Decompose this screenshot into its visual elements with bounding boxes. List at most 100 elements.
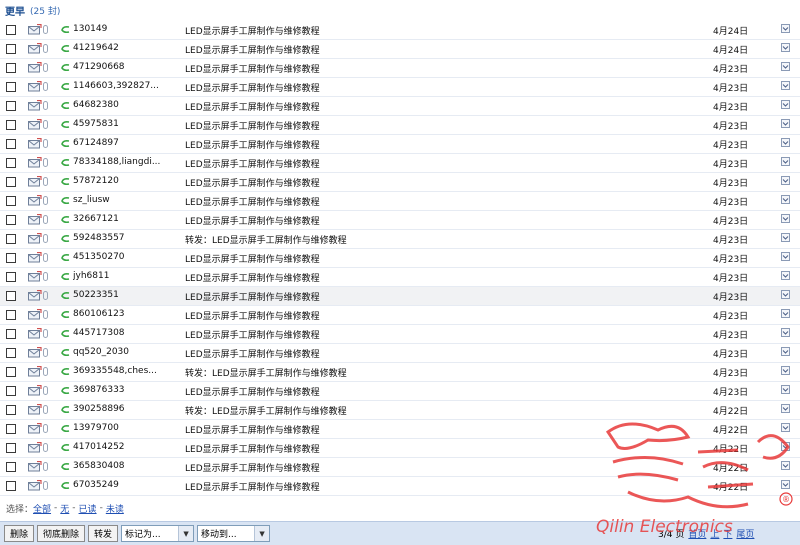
table-row[interactable]: 860106123 LED显示屏手工屏制作与维修教程 4月23日 <box>0 306 800 325</box>
delete-button[interactable]: 删除 <box>4 525 35 542</box>
row-checkbox[interactable] <box>6 462 16 472</box>
subject[interactable]: 转发：LED显示屏手工屏制作与维修教程 <box>185 366 605 379</box>
delete-permanent-button[interactable]: 彻底删除 <box>37 525 86 542</box>
sender[interactable]: 45975831 <box>73 119 173 129</box>
table-row[interactable]: 130149 LED显示屏手工屏制作与维修教程 4月24日 <box>0 21 800 40</box>
last-page-link[interactable]: 尾页 <box>736 527 754 540</box>
subject[interactable]: LED显示屏手工屏制作与维修教程 <box>185 480 605 493</box>
row-checkbox[interactable] <box>6 101 16 111</box>
row-menu-icon[interactable] <box>781 62 790 71</box>
subject[interactable]: 转发：LED显示屏手工屏制作与维修教程 <box>185 233 605 246</box>
select-unread-link[interactable]: 未读 <box>106 502 124 515</box>
row-menu-icon[interactable] <box>781 100 790 109</box>
table-row[interactable]: 32667121 LED显示屏手工屏制作与维修教程 4月23日 <box>0 211 800 230</box>
subject[interactable]: LED显示屏手工屏制作与维修教程 <box>185 157 605 170</box>
sender[interactable]: 67124897 <box>73 138 173 148</box>
subject[interactable]: LED显示屏手工屏制作与维修教程 <box>185 461 605 474</box>
sender[interactable]: 365830408 <box>73 461 173 471</box>
row-menu-icon[interactable] <box>781 119 790 128</box>
table-row[interactable]: 417014252 LED显示屏手工屏制作与维修教程 4月22日 <box>0 439 800 458</box>
table-row[interactable]: 390258896 转发：LED显示屏手工屏制作与维修教程 4月22日 <box>0 401 800 420</box>
table-row[interactable]: 67035249 LED显示屏手工屏制作与维修教程 4月22日 <box>0 477 800 496</box>
row-checkbox[interactable] <box>6 215 16 225</box>
sender[interactable]: 1146603,392827... <box>73 81 173 91</box>
row-menu-icon[interactable] <box>781 24 790 33</box>
row-menu-icon[interactable] <box>781 309 790 318</box>
subject[interactable]: LED显示屏手工屏制作与维修教程 <box>185 176 605 189</box>
sender[interactable]: 78334188,liangdi... <box>73 157 173 167</box>
subject[interactable]: LED显示屏手工屏制作与维修教程 <box>185 62 605 75</box>
sender[interactable]: 445717308 <box>73 328 173 338</box>
sender[interactable]: 369876333 <box>73 385 173 395</box>
row-checkbox[interactable] <box>6 348 16 358</box>
row-checkbox[interactable] <box>6 25 16 35</box>
subject[interactable]: LED显示屏手工屏制作与维修教程 <box>185 290 605 303</box>
row-menu-icon[interactable] <box>781 442 790 451</box>
row-menu-icon[interactable] <box>781 252 790 261</box>
sender[interactable]: 592483557 <box>73 233 173 243</box>
sender[interactable]: 471290668 <box>73 62 173 72</box>
table-row[interactable]: 445717308 LED显示屏手工屏制作与维修教程 4月23日 <box>0 325 800 344</box>
subject[interactable]: LED显示屏手工屏制作与维修教程 <box>185 214 605 227</box>
sender[interactable]: 390258896 <box>73 404 173 414</box>
table-row[interactable]: 67124897 LED显示屏手工屏制作与维修教程 4月23日 <box>0 135 800 154</box>
row-menu-icon[interactable] <box>781 81 790 90</box>
row-checkbox[interactable] <box>6 196 16 206</box>
mark-as-select[interactable]: 标记为... ▼ <box>121 525 195 542</box>
row-checkbox[interactable] <box>6 63 16 73</box>
table-row[interactable]: sz_liusw LED显示屏手工屏制作与维修教程 4月23日 <box>0 192 800 211</box>
subject[interactable]: LED显示屏手工屏制作与维修教程 <box>185 81 605 94</box>
table-row[interactable]: 41219642 LED显示屏手工屏制作与维修教程 4月24日 <box>0 40 800 59</box>
sender[interactable]: jyh6811 <box>73 271 173 281</box>
subject[interactable]: LED显示屏手工屏制作与维修教程 <box>185 24 605 37</box>
prev-page-link[interactable]: 上 <box>710 527 719 540</box>
row-menu-icon[interactable] <box>781 43 790 52</box>
row-menu-icon[interactable] <box>781 423 790 432</box>
sender[interactable]: 860106123 <box>73 309 173 319</box>
row-menu-icon[interactable] <box>781 328 790 337</box>
row-checkbox[interactable] <box>6 82 16 92</box>
row-checkbox[interactable] <box>6 329 16 339</box>
table-row[interactable]: 57872120 LED显示屏手工屏制作与维修教程 4月23日 <box>0 173 800 192</box>
table-row[interactable]: 369335548,ches... 转发：LED显示屏手工屏制作与维修教程 4月23… <box>0 363 800 382</box>
row-menu-icon[interactable] <box>781 138 790 147</box>
subject[interactable]: LED显示屏手工屏制作与维修教程 <box>185 423 605 436</box>
subject[interactable]: LED显示屏手工屏制作与维修教程 <box>185 252 605 265</box>
row-menu-icon[interactable] <box>781 385 790 394</box>
sender[interactable]: qq520_2030 <box>73 347 173 357</box>
row-menu-icon[interactable] <box>781 214 790 223</box>
table-row[interactable]: 451350270 LED显示屏手工屏制作与维修教程 4月23日 <box>0 249 800 268</box>
subject[interactable]: LED显示屏手工屏制作与维修教程 <box>185 195 605 208</box>
subject[interactable]: LED显示屏手工屏制作与维修教程 <box>185 385 605 398</box>
select-read-link[interactable]: 已读 <box>79 502 97 515</box>
table-row[interactable]: 50223351 LED显示屏手工屏制作与维修教程 4月23日 <box>0 287 800 306</box>
table-row[interactable]: 64682380 LED显示屏手工屏制作与维修教程 4月23日 <box>0 97 800 116</box>
table-row[interactable]: qq520_2030 LED显示屏手工屏制作与维修教程 4月23日 <box>0 344 800 363</box>
row-checkbox[interactable] <box>6 405 16 415</box>
sender[interactable]: sz_liusw <box>73 195 173 205</box>
table-row[interactable]: 1146603,392827... LED显示屏手工屏制作与维修教程 4月23日 <box>0 78 800 97</box>
row-menu-icon[interactable] <box>781 480 790 489</box>
table-row[interactable]: 13979700 LED显示屏手工屏制作与维修教程 4月22日 <box>0 420 800 439</box>
select-all-link[interactable]: 全部 <box>33 502 51 515</box>
subject[interactable]: LED显示屏手工屏制作与维修教程 <box>185 271 605 284</box>
first-page-link[interactable]: 首页 <box>688 527 706 540</box>
table-row[interactable]: 78334188,liangdi... LED显示屏手工屏制作与维修教程 4月23日 <box>0 154 800 173</box>
sender[interactable]: 417014252 <box>73 442 173 452</box>
next-page-link[interactable]: 下 <box>723 527 732 540</box>
row-checkbox[interactable] <box>6 44 16 54</box>
subject[interactable]: LED显示屏手工屏制作与维修教程 <box>185 43 605 56</box>
row-menu-icon[interactable] <box>781 233 790 242</box>
subject[interactable]: LED显示屏手工屏制作与维修教程 <box>185 309 605 322</box>
sender[interactable]: 50223351 <box>73 290 173 300</box>
sender[interactable]: 369335548,ches... <box>73 366 173 376</box>
row-menu-icon[interactable] <box>781 157 790 166</box>
table-row[interactable]: 471290668 LED显示屏手工屏制作与维修教程 4月23日 <box>0 59 800 78</box>
row-checkbox[interactable] <box>6 443 16 453</box>
sender[interactable]: 67035249 <box>73 480 173 490</box>
sender[interactable]: 32667121 <box>73 214 173 224</box>
sender[interactable]: 57872120 <box>73 176 173 186</box>
row-checkbox[interactable] <box>6 120 16 130</box>
row-checkbox[interactable] <box>6 272 16 282</box>
select-none-link[interactable]: 无 <box>60 502 69 515</box>
